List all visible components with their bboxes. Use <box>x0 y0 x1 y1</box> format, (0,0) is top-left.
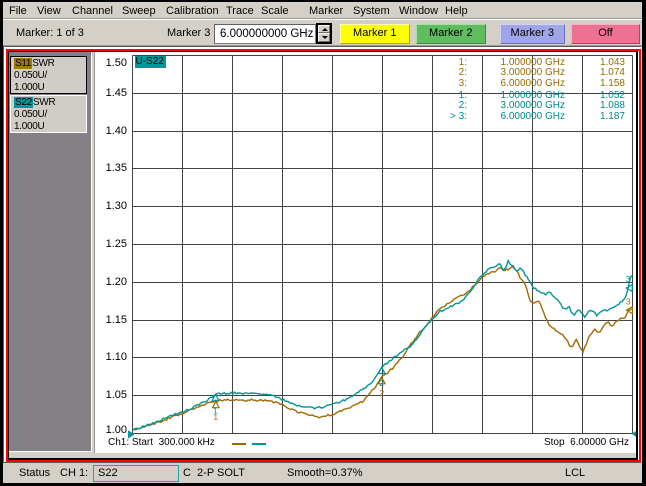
svg-text:1: 1 <box>213 412 218 422</box>
svg-text:3: 3 <box>626 297 631 307</box>
svg-text:2: 2 <box>379 378 384 388</box>
svg-text:2: 2 <box>379 388 384 398</box>
svg-text:3: 3 <box>626 274 631 284</box>
